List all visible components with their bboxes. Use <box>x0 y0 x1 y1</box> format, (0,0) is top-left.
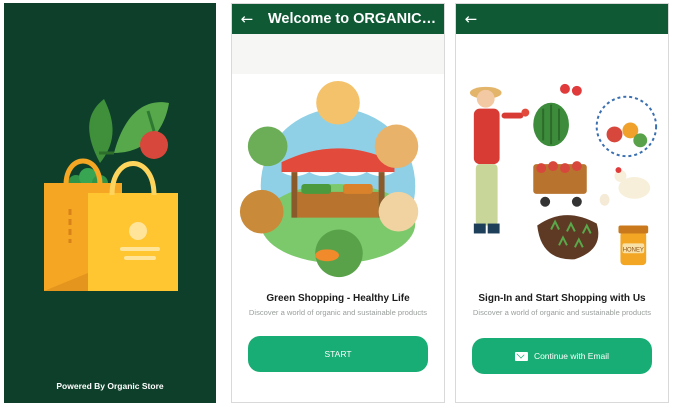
powered-by-text: Powered By Organic Store <box>56 381 164 391</box>
mail-icon <box>514 351 528 361</box>
signin-subtitle: Discover a world of organic and sustaina… <box>472 308 652 317</box>
start-button[interactable]: START <box>248 336 428 372</box>
app-bar: ← <box>456 4 668 34</box>
welcome-screen: ← Welcome to ORGANIC PL... Green Shoppin… <box>231 3 445 403</box>
header-band <box>232 34 444 74</box>
welcome-subtitle: Discover a world of organic and sustaina… <box>248 308 428 317</box>
app-bar-title: Welcome to ORGANIC PL... <box>268 11 438 27</box>
arrow-left-icon[interactable]: ← <box>232 4 262 34</box>
welcome-heading: Green Shopping - Healthy Life <box>266 293 410 304</box>
signin-heading: Sign-In and Start Shopping with Us <box>478 293 646 304</box>
splash-screen: Powered By Organic Store <box>4 3 216 403</box>
stage: Powered By Organic Store ← Welcome to OR… <box>0 0 677 412</box>
organic-market-illustration <box>239 80 419 278</box>
arrow-left-icon[interactable]: ← <box>456 4 486 34</box>
farmer-illustration: HONEY <box>469 83 658 266</box>
shopping-bag-vegetables-icon <box>44 99 178 291</box>
continue-with-email-button[interactable]: Continue with Email <box>472 338 652 374</box>
app-bar: ← Welcome to ORGANIC PL... <box>232 4 444 34</box>
signin-screen: ← HONEY Sign-In and Start Shopping with … <box>455 3 669 403</box>
continue-with-email-label: Continue with Email <box>533 351 610 361</box>
honey-label: HONEY <box>623 247 644 253</box>
